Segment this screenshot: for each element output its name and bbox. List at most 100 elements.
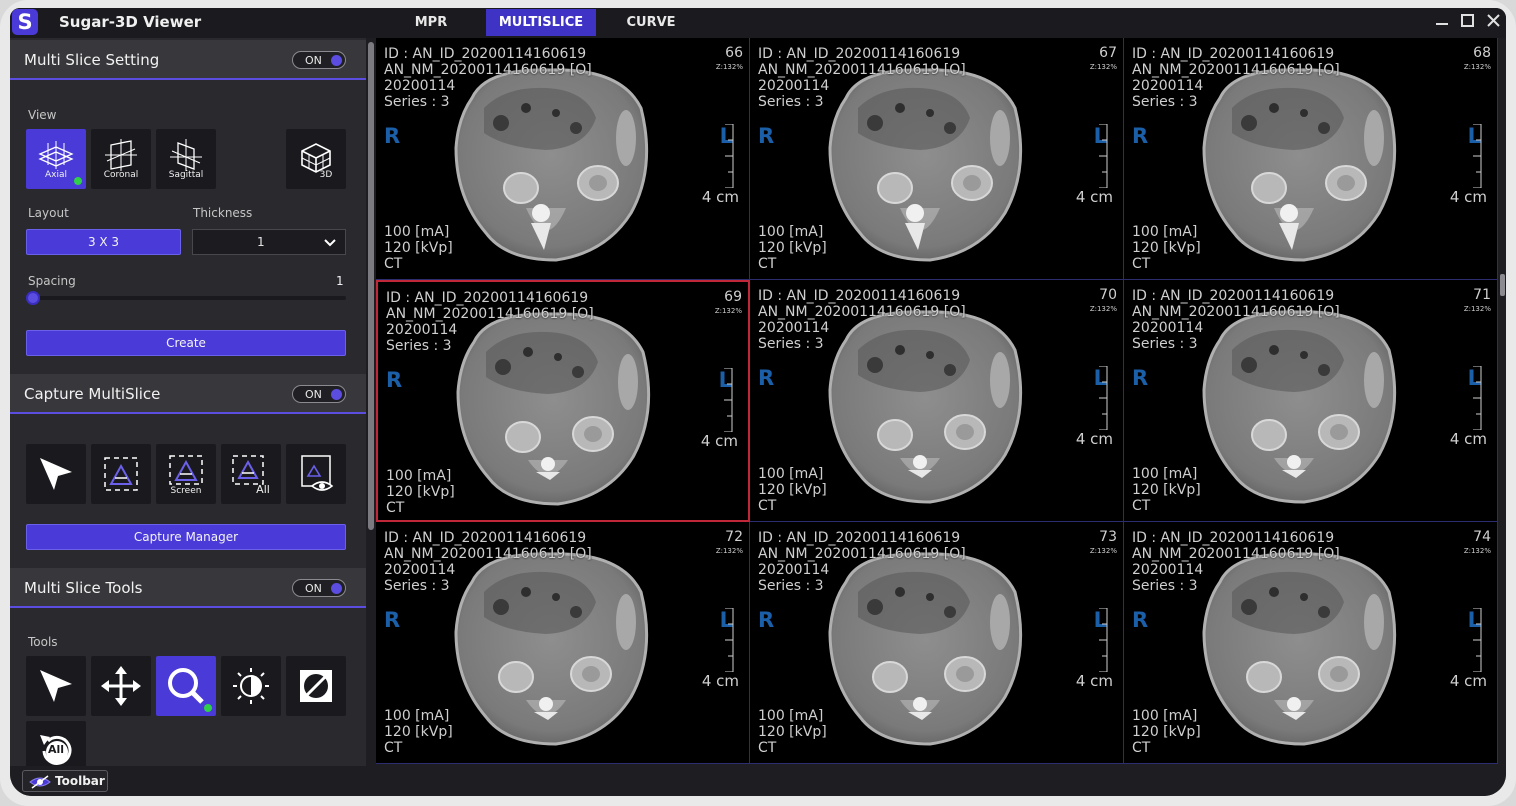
tube-current: 100 [mA] (758, 224, 824, 240)
maximize-icon[interactable] (1458, 11, 1478, 31)
patient-id: ID : AN_ID_20200114160619 (384, 46, 587, 62)
slice-cell[interactable]: ID : AN_ID_20200114160619 AN_NM_20200114… (376, 522, 750, 764)
left-panel-scroll-thumb[interactable] (368, 42, 374, 530)
slice-cell[interactable]: ID : AN_ID_20200114160619 AN_NM_20200114… (1124, 280, 1498, 522)
scale-label: 4 cm (1449, 188, 1487, 206)
zoom-level: Z:132% (1463, 63, 1491, 71)
minimize-icon[interactable] (1432, 11, 1452, 31)
series-label: Series : 3 (1132, 94, 1198, 110)
slice-cell[interactable]: ID : AN_ID_20200114160619 AN_NM_20200114… (376, 280, 750, 522)
study-date: 20200114 (1132, 562, 1204, 578)
capture-multislice-toggle[interactable]: ON (292, 385, 346, 403)
patient-name: AN_NM_20200114160619 [O] (758, 304, 966, 320)
capture-screen-button[interactable]: Screen (156, 444, 216, 504)
study-date: 20200114 (384, 562, 456, 578)
slice-cell[interactable]: ID : AN_ID_20200114160619 AN_NM_20200114… (750, 522, 1124, 764)
multi-slice-tools-toggle[interactable]: ON (292, 579, 346, 597)
capture-pointer-button[interactable] (26, 444, 86, 504)
layout-button[interactable]: 3 X 3 (26, 229, 181, 255)
tube-current: 100 [mA] (758, 708, 824, 724)
invert-icon (300, 670, 332, 702)
view-sagittal-button[interactable]: Sagittal (156, 129, 216, 189)
tube-voltage: 120 [kVp] (384, 240, 453, 256)
create-button[interactable]: Create (26, 330, 346, 356)
multi-slice-setting-toggle[interactable]: ON (292, 51, 346, 69)
tool-pointer-button[interactable] (26, 656, 86, 716)
scale-ruler (725, 608, 734, 672)
spacing-value: 1 (336, 274, 344, 288)
patient-id: ID : AN_ID_20200114160619 (758, 46, 961, 62)
study-date: 20200114 (758, 320, 830, 336)
series-label: Series : 3 (384, 578, 450, 594)
patient-name: AN_NM_20200114160619 [O] (1132, 304, 1340, 320)
multislice-viewer[interactable]: ID : AN_ID_20200114160619 AN_NM_20200114… (376, 38, 1498, 764)
slice-number: 69 (724, 289, 742, 305)
scale-label: 4 cm (1449, 430, 1487, 448)
series-label: Series : 3 (758, 94, 824, 110)
patient-id: ID : AN_ID_20200114160619 (758, 288, 961, 304)
scale-ruler (725, 124, 734, 188)
orientation-right-marker: R (1132, 366, 1149, 390)
orientation-right-marker: R (758, 366, 775, 390)
patient-name: AN_NM_20200114160619 [O] (386, 306, 594, 322)
capture-all-button[interactable]: All (221, 444, 281, 504)
view-3d-button[interactable]: 3D (286, 129, 346, 189)
patient-id: ID : AN_ID_20200114160619 (384, 530, 587, 546)
slice-cell[interactable]: ID : AN_ID_20200114160619 AN_NM_20200114… (376, 38, 750, 280)
spacing-slider-knob[interactable] (26, 291, 40, 305)
thickness-select[interactable]: 1 (192, 229, 346, 255)
zoom-level: Z:132% (714, 307, 742, 315)
tab-curve[interactable]: CURVE (618, 9, 684, 36)
tube-current: 100 [mA] (758, 466, 824, 482)
slice-number: 72 (725, 529, 743, 545)
slice-number: 68 (1473, 45, 1491, 61)
left-panel: Multi Slice Setting ON View Axial Corona… (10, 38, 366, 781)
view-coronal-button[interactable]: Coronal (91, 129, 151, 189)
toggle-knob (331, 55, 342, 66)
modality: CT (384, 256, 403, 272)
scale-label: 4 cm (701, 188, 739, 206)
active-indicator (204, 704, 212, 712)
cube-3d-icon (301, 143, 331, 173)
slice-cell[interactable]: ID : AN_ID_20200114160619 AN_NM_20200114… (750, 280, 1124, 522)
app-logo: S (12, 9, 38, 35)
slice-number: 67 (1099, 45, 1117, 61)
scale-ruler (1473, 366, 1482, 430)
section-title: Multi Slice Tools (24, 579, 143, 597)
zoom-level: Z:132% (1089, 305, 1117, 313)
study-date: 20200114 (386, 322, 458, 338)
orientation-right-marker: R (384, 608, 401, 632)
slice-cell[interactable]: ID : AN_ID_20200114160619 AN_NM_20200114… (1124, 522, 1498, 764)
zoom-level: Z:132% (715, 547, 743, 555)
toolbar-toggle-button[interactable]: Toolbar (22, 770, 108, 792)
tube-voltage: 120 [kVp] (1132, 240, 1201, 256)
tube-voltage: 120 [kVp] (758, 482, 827, 498)
capture-preview-button[interactable] (286, 444, 346, 504)
toggle-label: ON (305, 388, 322, 401)
tool-pan-button[interactable] (91, 656, 151, 716)
tube-voltage: 120 [kVp] (1132, 724, 1201, 740)
tab-mpr[interactable]: MPR (402, 9, 460, 36)
capture-manager-button[interactable]: Capture Manager (26, 524, 346, 550)
spacing-slider-track[interactable] (28, 296, 346, 300)
tool-window-level-button[interactable] (221, 656, 281, 716)
tab-multislice[interactable]: MULTISLICE (486, 9, 596, 36)
view-label: View (28, 108, 57, 122)
slice-number: 70 (1099, 287, 1117, 303)
close-icon[interactable] (1484, 11, 1504, 31)
scale-ruler (1473, 608, 1482, 672)
patient-id: ID : AN_ID_20200114160619 (1132, 288, 1335, 304)
capture-multislice-header: Capture MultiSlice ON (10, 374, 366, 414)
tool-invert-button[interactable] (286, 656, 346, 716)
scale-label: 4 cm (701, 672, 739, 690)
tube-voltage: 120 [kVp] (758, 240, 827, 256)
slice-cell[interactable]: ID : AN_ID_20200114160619 AN_NM_20200114… (750, 38, 1124, 280)
tool-zoom-button[interactable] (156, 656, 216, 716)
viewer-scrollbar[interactable] (1498, 38, 1506, 764)
slice-cell[interactable]: ID : AN_ID_20200114160619 AN_NM_20200114… (1124, 38, 1498, 280)
zoom-level: Z:132% (715, 63, 743, 71)
scale-ruler (1099, 608, 1108, 672)
capture-region-button[interactable] (91, 444, 151, 504)
viewer-scroll-thumb[interactable] (1500, 274, 1505, 296)
view-axial-button[interactable]: Axial (26, 129, 86, 189)
